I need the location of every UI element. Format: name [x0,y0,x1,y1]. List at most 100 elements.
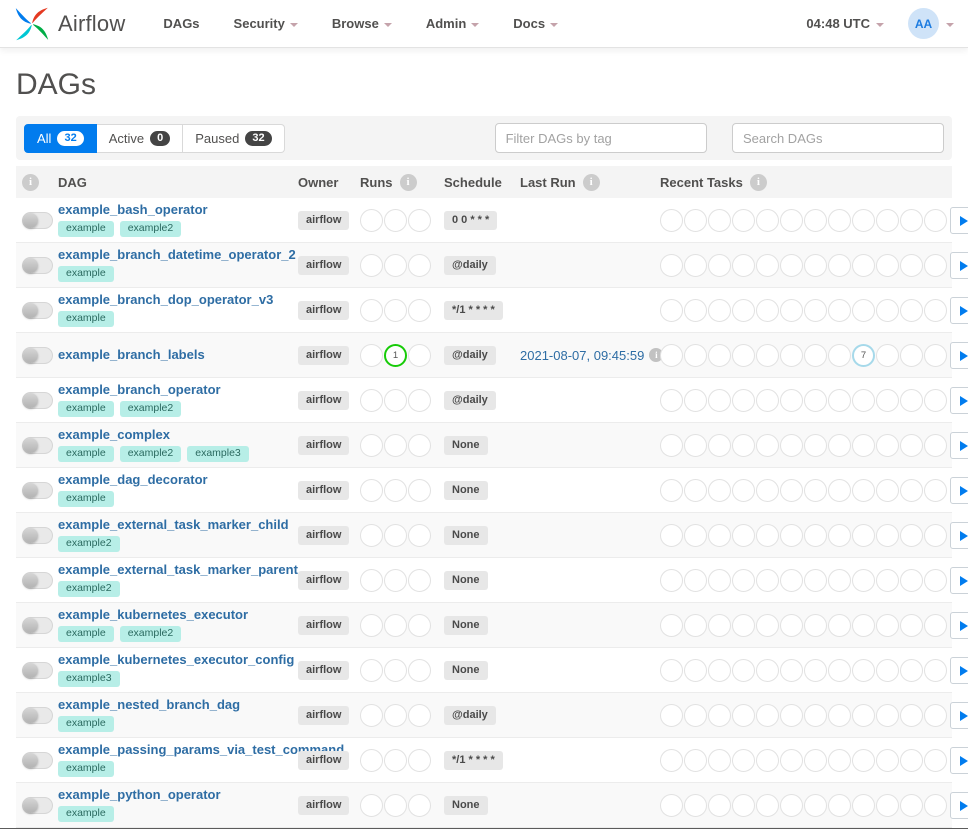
airflow-brand[interactable]: Airflow [14,6,125,42]
task-status-circle[interactable] [660,479,683,502]
task-status-circle[interactable] [828,794,851,817]
task-status-circle[interactable] [876,659,899,682]
task-status-circle[interactable] [756,434,779,457]
run-status-circle[interactable] [408,209,431,232]
run-status-circle[interactable] [408,524,431,547]
task-status-circle[interactable] [708,794,731,817]
trigger-dag-button[interactable] [950,477,968,504]
task-status-circle[interactable] [852,524,875,547]
task-status-circle[interactable] [660,254,683,277]
tab-all[interactable]: All32 [24,124,97,153]
task-status-circle[interactable] [924,434,947,457]
task-status-circle[interactable] [900,569,923,592]
dag-pause-toggle[interactable] [22,527,53,544]
task-status-circle[interactable] [900,479,923,502]
run-status-circle[interactable] [360,254,383,277]
nav-item-docs[interactable]: Docs [513,16,558,31]
info-icon[interactable]: i [583,174,600,191]
task-status-circle[interactable] [828,434,851,457]
dag-name-link[interactable]: example_python_operator [58,788,298,802]
task-status-circle[interactable] [732,299,755,322]
task-status-circle[interactable] [780,704,803,727]
task-status-circle[interactable] [876,614,899,637]
task-status-circle[interactable] [756,704,779,727]
task-status-circle[interactable] [876,434,899,457]
task-status-circle[interactable] [732,794,755,817]
tag-pill[interactable]: example [58,266,114,283]
task-status-circle[interactable] [876,254,899,277]
trigger-dag-button[interactable] [950,252,968,279]
run-status-circle[interactable] [360,209,383,232]
task-status-circle[interactable] [924,614,947,637]
task-status-circle[interactable] [876,299,899,322]
dag-pause-toggle[interactable] [22,572,53,589]
task-status-circle[interactable] [684,479,707,502]
tag-pill[interactable]: example2 [120,446,182,463]
dag-pause-toggle[interactable] [22,347,53,364]
task-status-circle[interactable] [684,434,707,457]
task-status-circle[interactable] [804,524,827,547]
task-status-circle[interactable] [732,659,755,682]
trigger-dag-button[interactable] [950,702,968,729]
task-status-circle[interactable] [660,524,683,547]
run-status-circle[interactable] [408,434,431,457]
run-status-circle[interactable] [408,614,431,637]
run-status-circle[interactable] [360,389,383,412]
task-status-circle[interactable] [708,254,731,277]
task-status-circle[interactable] [804,209,827,232]
tag-pill[interactable]: example3 [187,446,249,463]
trigger-dag-button[interactable] [950,792,968,819]
task-status-circle[interactable] [732,344,755,367]
nav-item-security[interactable]: Security [234,16,298,31]
task-status-circle[interactable] [780,209,803,232]
trigger-dag-button[interactable] [950,387,968,414]
task-status-circle[interactable] [924,524,947,547]
task-status-circle[interactable] [804,749,827,772]
task-status-circle[interactable] [852,569,875,592]
task-status-circle[interactable] [852,209,875,232]
dag-name-link[interactable]: example_branch_datetime_operator_2 [58,248,298,262]
last-run-link[interactable]: 2021-08-07, 09:45:59 [520,348,644,363]
task-status-circle[interactable] [708,389,731,412]
user-menu[interactable]: AA [908,8,954,39]
task-status-circle[interactable] [804,704,827,727]
task-status-circle[interactable] [660,794,683,817]
tag-pill[interactable]: example2 [58,581,120,598]
task-status-circle[interactable] [708,299,731,322]
task-status-circle[interactable] [708,479,731,502]
task-status-circle[interactable] [780,254,803,277]
task-status-circle[interactable] [732,569,755,592]
tag-pill[interactable]: example [58,491,114,508]
task-status-circle[interactable] [900,389,923,412]
task-status-circle[interactable] [756,569,779,592]
task-status-circle[interactable] [684,614,707,637]
nav-item-browse[interactable]: Browse [332,16,392,31]
task-status-circle[interactable] [852,299,875,322]
run-status-circle[interactable]: 1 [384,344,407,367]
dag-name-link[interactable]: example_kubernetes_executor [58,608,298,622]
run-status-circle[interactable] [360,659,383,682]
run-status-circle[interactable] [408,659,431,682]
task-status-circle[interactable] [828,614,851,637]
search-input[interactable] [732,123,944,153]
task-status-circle[interactable] [780,344,803,367]
task-status-circle[interactable] [780,299,803,322]
tag-pill[interactable]: example [58,446,114,463]
task-status-circle[interactable] [924,794,947,817]
run-status-circle[interactable] [384,434,407,457]
task-status-circle[interactable] [756,524,779,547]
task-status-circle[interactable] [708,659,731,682]
tag-pill[interactable]: example [58,221,114,238]
run-status-circle[interactable] [384,209,407,232]
task-status-circle[interactable] [852,479,875,502]
task-status-circle[interactable] [852,614,875,637]
task-status-circle[interactable] [804,299,827,322]
timezone-selector[interactable]: 04:48 UTC [806,16,884,31]
tag-pill[interactable]: example [58,401,114,418]
tag-pill[interactable]: example [58,761,114,778]
task-status-circle[interactable] [828,344,851,367]
task-status-circle[interactable] [876,524,899,547]
task-status-circle[interactable] [900,794,923,817]
run-status-circle[interactable] [360,749,383,772]
info-icon[interactable]: i [400,174,417,191]
